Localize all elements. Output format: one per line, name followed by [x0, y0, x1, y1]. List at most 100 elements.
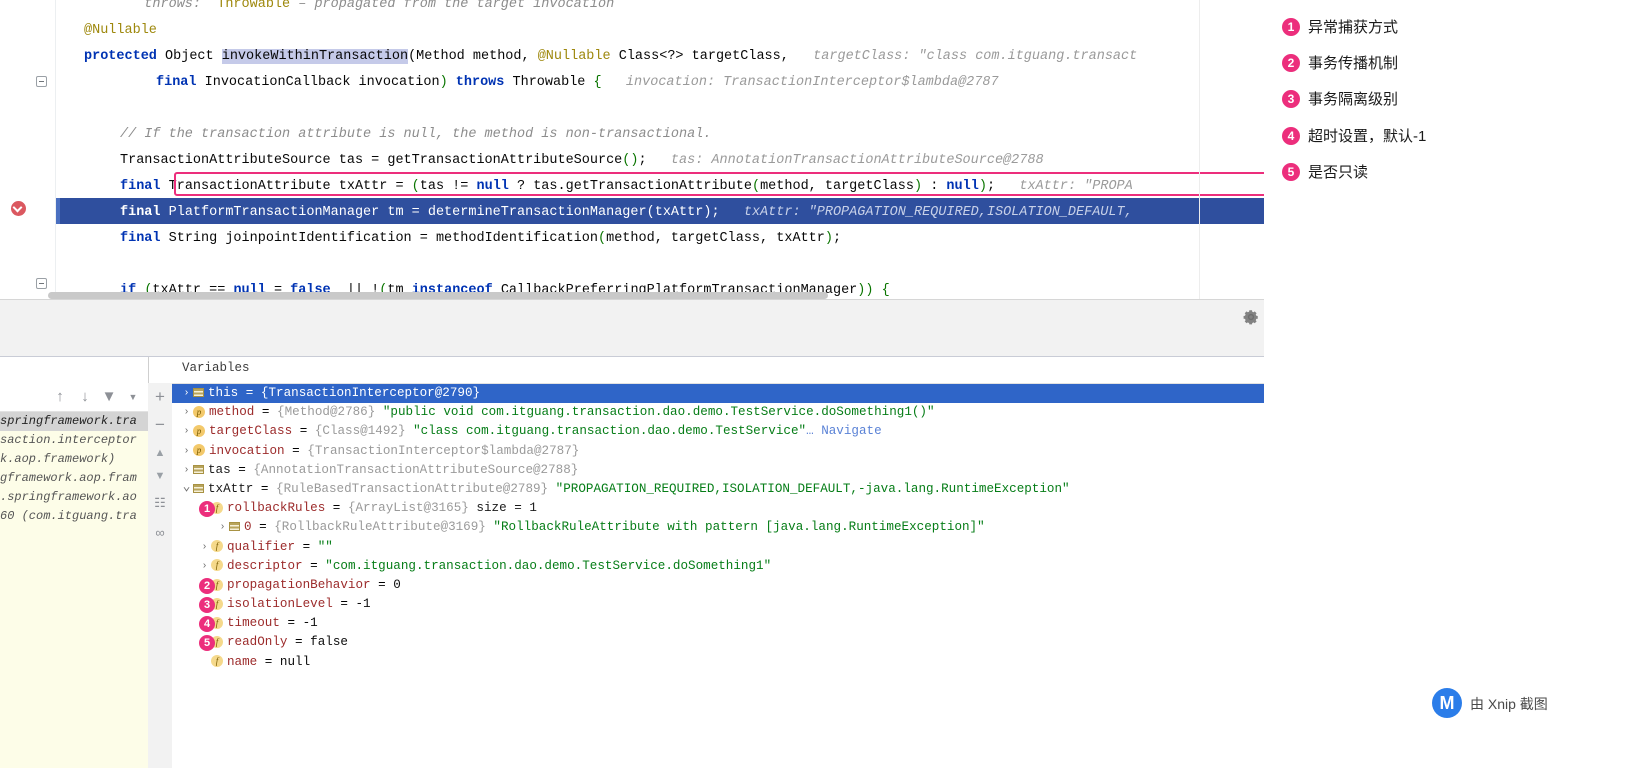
legend-label: 超时设置，默认-1: [1308, 128, 1427, 145]
variable-equals: =: [254, 405, 278, 420]
plus-icon[interactable]: +: [152, 388, 168, 405]
code-token: Object: [156, 49, 222, 64]
frame-row[interactable]: springframework.tra: [0, 412, 148, 431]
code-token: ;: [638, 153, 671, 168]
object-icon: [229, 521, 240, 532]
breakpoint-icon[interactable]: [11, 201, 26, 216]
code-fold-handle[interactable]: [36, 278, 47, 289]
variable-name: txAttr: [208, 481, 254, 496]
variable-row-content: › 0 = {RollbackRuleAttribute@3169} "Rollb…: [172, 518, 984, 537]
variable-row[interactable]: › p method = {Method@2786} "public void co…: [172, 403, 1264, 422]
legend-number-badge: 5: [1282, 163, 1300, 181]
frames-list[interactable]: springframework.tra saction.interceptor k.…: [0, 412, 148, 768]
gear-icon[interactable]: [1242, 308, 1260, 326]
variable-equals: =: [332, 597, 356, 612]
expand-toggle-icon: [198, 653, 211, 672]
minus-icon[interactable]: −: [152, 416, 168, 433]
variable-value: size = 1: [468, 501, 537, 516]
variable-row[interactable]: 1›frollbackRules = {ArrayList@3165} size…: [172, 499, 1264, 518]
chevron-down-icon[interactable]: ▼: [152, 468, 168, 484]
code-token: ): [824, 231, 833, 246]
code-token: (: [411, 179, 420, 194]
code-fold-handle[interactable]: [36, 76, 47, 87]
variable-equals: =: [253, 481, 277, 496]
variable-row[interactable]: › f descriptor = "com.itguang.transaction.…: [172, 557, 1264, 576]
variable-value: "public void com.itguang.transaction.dao…: [375, 405, 935, 420]
arrow-up-icon[interactable]: ↑: [52, 389, 68, 405]
code-line: protected Object invokeWithinTransaction…: [84, 44, 1137, 70]
expand-toggle-icon[interactable]: ›: [180, 442, 193, 461]
navigate-link[interactable]: … Navigate: [806, 424, 882, 438]
code-editor[interactable]: throws: Throwable – propagated from the …: [0, 0, 1264, 300]
variable-row[interactable]: › 0 = {RollbackRuleAttribute@3169} "Rollb…: [172, 518, 1264, 537]
variable-row[interactable]: › f qualifier = "": [172, 538, 1264, 557]
code-token: String joinpointIdentification = methodI…: [160, 231, 598, 246]
variable-row-content: f name = null: [172, 655, 310, 669]
variable-row[interactable]: ⌄ txAttr = {RuleBasedTransactionAttribute…: [172, 477, 1264, 499]
variable-row[interactable]: › tas = {AnnotationTransactionAttributeSo…: [172, 461, 1264, 480]
editor-hscroll-thumb[interactable]: [48, 292, 828, 299]
frame-row[interactable]: saction.interceptor: [0, 431, 148, 450]
variable-row-content: › tas = {AnnotationTransactionAttributeSo…: [172, 463, 578, 477]
code-line: final PlatformTransactionManager tm = de…: [120, 200, 1133, 226]
variable-row[interactable]: 2 f propagationBehavior = 0: [172, 576, 1264, 595]
copy-icon[interactable]: ☷: [152, 495, 168, 511]
variable-equals: =: [370, 577, 394, 592]
variable-type: {RollbackRuleAttribute@3169}: [274, 520, 486, 535]
code-token: final: [120, 179, 161, 194]
frame-row[interactable]: .springframework.ao: [0, 488, 148, 507]
variable-equals: =: [251, 520, 275, 535]
variable-name: qualifier: [227, 539, 296, 554]
expand-toggle-icon[interactable]: ›: [180, 403, 193, 422]
frame-row[interactable]: gframework.aop.fram: [0, 469, 148, 488]
code-token: invocation: TransactionInterceptor$lambd…: [601, 75, 999, 90]
frames-toolbar[interactable]: ↑ ↓ ▼ ▼: [0, 383, 148, 412]
variable-row-content: › f qualifier = "": [172, 538, 332, 557]
chevron-up-icon[interactable]: ▲: [152, 445, 168, 461]
variable-row[interactable]: 5 f readOnly = false: [172, 633, 1264, 652]
variable-row[interactable]: › p targetClass = {Class@1492} "class com.…: [172, 422, 1264, 441]
expand-toggle-icon[interactable]: ›: [180, 422, 193, 441]
watches-icon[interactable]: ∞: [152, 525, 168, 541]
frame-row[interactable]: 60 (com.itguang.tra: [0, 507, 148, 526]
frames-panel[interactable]: ↑ ↓ ▼ ▼ springframework.tra saction.inter…: [0, 357, 149, 768]
variable-row[interactable]: 4 f timeout = -1: [172, 614, 1264, 633]
expand-toggle-icon[interactable]: ⌄: [180, 477, 193, 496]
expand-toggle-icon[interactable]: ›: [180, 384, 193, 403]
expand-toggle-icon[interactable]: ›: [198, 538, 211, 557]
variable-row-content: › p targetClass = {Class@1492} "class com.…: [172, 422, 882, 441]
code-token: null: [946, 179, 979, 194]
variables-panel[interactable]: Variables › this = {TransactionIntercepto…: [172, 357, 1264, 768]
frame-row[interactable]: k.aop.framework): [0, 450, 148, 469]
code-line: @Nullable: [84, 18, 157, 44]
variable-row[interactable]: 3 f isolationLevel = -1: [172, 595, 1264, 614]
code-line: // If the transaction attribute is null,…: [120, 122, 711, 148]
code-line: final String joinpointIdentification = m…: [120, 226, 841, 252]
legend-label: 事务隔离级别: [1308, 91, 1399, 108]
variable-row-content: › p method = {Method@2786} "public void co…: [172, 403, 935, 422]
variables-side-toolbar[interactable]: + − ▲ ▼ ☷ ∞: [148, 383, 173, 768]
variable-value: "com.itguang.transaction.dao.demo.TestSe…: [325, 558, 772, 573]
variable-row[interactable]: › this = {TransactionInterceptor@2790}: [172, 384, 1264, 404]
code-token: txAttr: [654, 205, 704, 220]
variable-row-content: › p invocation = {TransactionInterceptor$l…: [172, 444, 579, 458]
debug-toolbar[interactable]: [0, 300, 1264, 357]
variable-row[interactable]: f name = null: [172, 653, 1264, 672]
chevron-down-icon[interactable]: ▼: [125, 389, 141, 405]
legend-label: 事务传播机制: [1308, 55, 1399, 72]
code-token: protected: [84, 49, 157, 64]
code-token: method, targetClass, txAttr: [606, 231, 825, 246]
variables-list[interactable]: › this = {TransactionInterceptor@2790} › p m…: [172, 384, 1264, 768]
filter-icon[interactable]: ▼: [101, 389, 117, 405]
editor-gutter[interactable]: [0, 0, 56, 300]
arrow-down-icon[interactable]: ↓: [77, 389, 93, 405]
variable-value: false: [310, 635, 348, 650]
code-text-area[interactable]: throws: Throwable – propagated from the …: [56, 0, 1264, 300]
legend-label: 是否只读: [1308, 164, 1369, 181]
variable-name: invocation: [209, 443, 285, 458]
variable-row[interactable]: › p invocation = {TransactionInterceptor$l…: [172, 442, 1264, 461]
expand-toggle-icon[interactable]: ›: [216, 518, 229, 537]
expand-toggle-icon[interactable]: ›: [198, 557, 211, 576]
variable-equals: =: [284, 443, 308, 458]
